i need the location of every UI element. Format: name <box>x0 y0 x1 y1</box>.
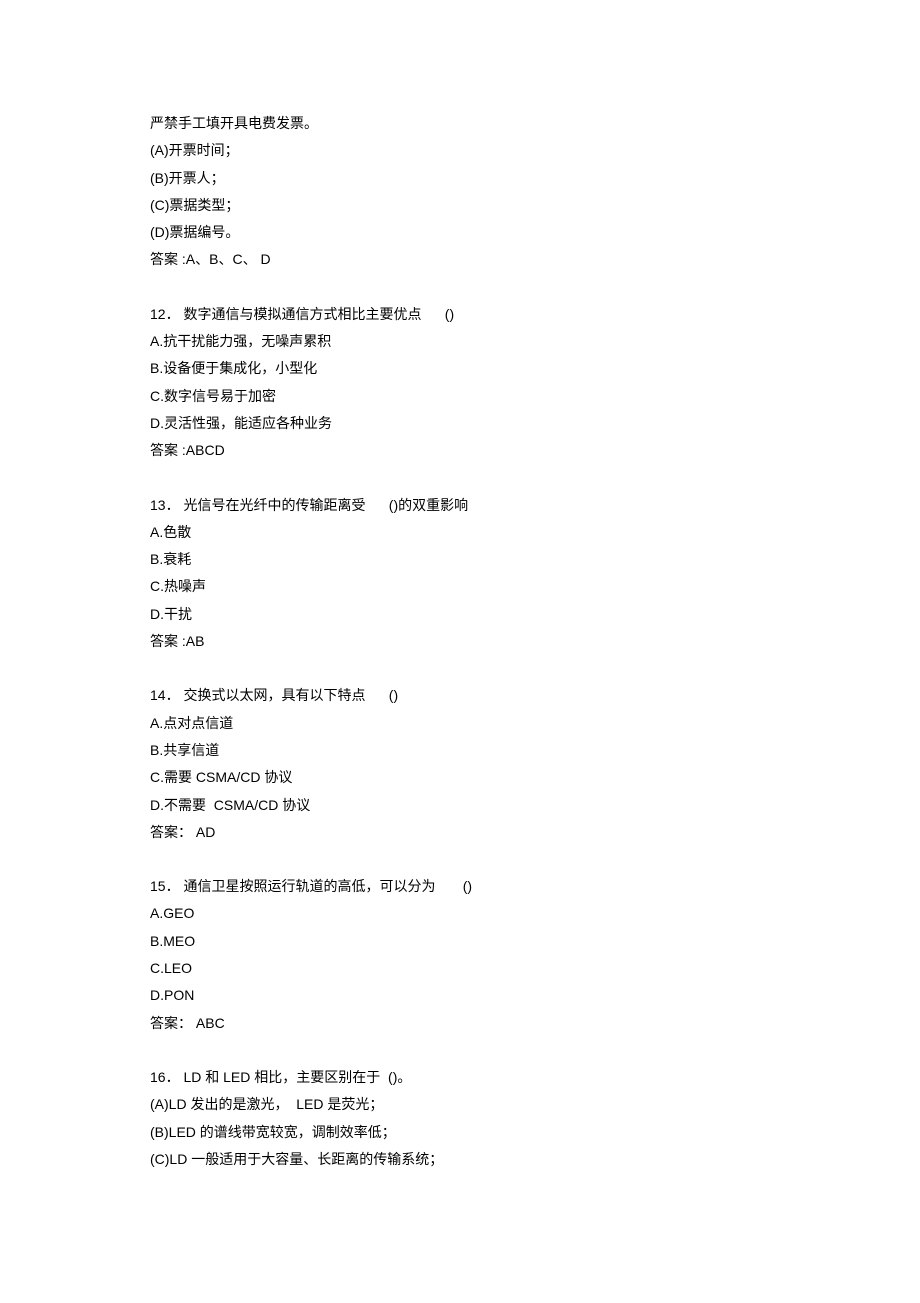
q13-option-a: A.色散 <box>150 519 770 546</box>
q15-option-a: A.GEO <box>150 900 770 927</box>
q15-option-b: B.MEO <box>150 928 770 955</box>
q14-option-c: C.需要 CSMA/CD 协议 <box>150 764 770 791</box>
intro-option-b: (B)开票人； <box>150 165 770 192</box>
q14-option-d: D.不需要 CSMA/CD 协议 <box>150 792 770 819</box>
q14-option-a: A.点对点信道 <box>150 710 770 737</box>
q12-option-b: B.设备便于集成化，小型化 <box>150 355 770 382</box>
q13-option-b: B.衰耗 <box>150 546 770 573</box>
q15-option-d: D.PON <box>150 982 770 1009</box>
document-page: 严禁手工填开具电费发票。 (A)开票时间； (B)开票人； (C)票据类型； (… <box>0 0 920 1303</box>
q12-answer: 答案 :ABCD <box>150 437 770 464</box>
q13-option-d: D.干扰 <box>150 601 770 628</box>
intro-option-d: (D)票据编号。 <box>150 219 770 246</box>
intro-answer: 答案 :A、B、C、 D <box>150 246 770 273</box>
block-spacer <box>150 465 770 492</box>
block-spacer <box>150 846 770 873</box>
q14-option-b: B.共享信道 <box>150 737 770 764</box>
q15-stem: 15． 通信卫星按照运行轨道的高低，可以分为 () <box>150 873 770 900</box>
intro-option-c: (C)票据类型； <box>150 192 770 219</box>
q13-option-c: C.热噪声 <box>150 573 770 600</box>
intro-statement: 严禁手工填开具电费发票。 <box>150 110 770 137</box>
q16-option-a: (A)LD 发出的是激光， LED 是荧光； <box>150 1091 770 1118</box>
q16-option-c: (C)LD 一般适用于大容量、长距离的传输系统； <box>150 1146 770 1173</box>
q14-stem: 14． 交换式以太网，具有以下特点 () <box>150 682 770 709</box>
q12-option-c: C.数字信号易于加密 <box>150 383 770 410</box>
q13-stem: 13． 光信号在光纤中的传输距离受 ()的双重影响 <box>150 492 770 519</box>
intro-option-a: (A)开票时间； <box>150 137 770 164</box>
q13-answer: 答案 :AB <box>150 628 770 655</box>
q16-option-b: (B)LED 的谱线带宽较宽，调制效率低； <box>150 1119 770 1146</box>
q15-answer: 答案： ABC <box>150 1010 770 1037</box>
block-spacer <box>150 1037 770 1064</box>
block-spacer <box>150 274 770 301</box>
q12-option-a: A.抗干扰能力强，无噪声累积 <box>150 328 770 355</box>
q12-stem: 12． 数字通信与模拟通信方式相比主要优点 () <box>150 301 770 328</box>
block-spacer <box>150 655 770 682</box>
q15-option-c: C.LEO <box>150 955 770 982</box>
q12-option-d: D.灵活性强，能适应各种业务 <box>150 410 770 437</box>
q16-stem: 16． LD 和 LED 相比，主要区别在于 ()。 <box>150 1064 770 1091</box>
q14-answer: 答案： AD <box>150 819 770 846</box>
